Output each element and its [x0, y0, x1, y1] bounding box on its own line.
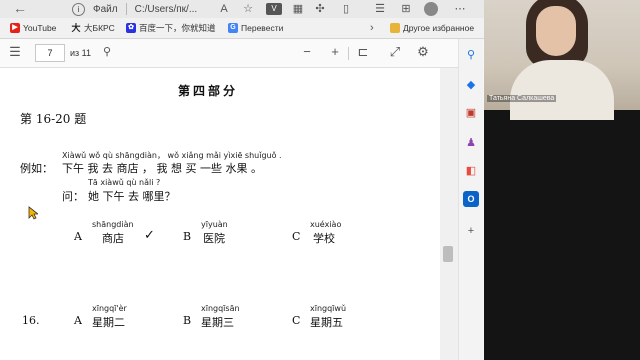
zoom-in-icon[interactable]: + — [326, 43, 344, 61]
split-screen-icon[interactable]: ▯ — [338, 0, 354, 18]
translate-icon: G — [228, 23, 238, 33]
example-option-a-pinyin: shāngdiàn — [92, 220, 134, 229]
page-view-icon[interactable]: ⊏ — [354, 43, 372, 61]
example-label: 例如： — [20, 162, 53, 175]
youtube-icon: ▶ — [10, 23, 20, 33]
scrollbar-thumb[interactable] — [443, 246, 453, 262]
search-icon[interactable]: ⚲ — [98, 43, 116, 61]
toolbar-divider — [348, 47, 349, 60]
question-sentence: 她 下午 去 哪里？ — [88, 190, 176, 203]
q16-option-c-letter: C — [292, 314, 301, 327]
baidu-icon: ✿ — [126, 23, 136, 33]
video-call-panel: Татьяна Салкашева — [484, 0, 640, 360]
settings-gear-icon[interactable]: ⚙ — [414, 43, 432, 61]
file-label: Файл — [93, 3, 118, 15]
example-option-a-letter: A — [74, 230, 82, 243]
url-text[interactable]: C:/Users/пк/... — [135, 4, 198, 15]
extension-puzzle-icon[interactable]: ✣ — [312, 0, 328, 18]
bookmark-label: YouTube — [23, 23, 57, 33]
example-option-b-letter: B — [183, 230, 192, 243]
sidebar-tag-icon[interactable]: ◆ — [463, 77, 479, 93]
example-option-b-pinyin: yīyuàn — [201, 220, 228, 229]
part-title: 第四部分 — [178, 84, 239, 98]
q16-option-c-text: 星期五 — [310, 316, 343, 329]
more-menu-icon[interactable]: ⋯ — [452, 0, 468, 18]
favorites-list-icon[interactable]: ☰ — [372, 0, 388, 18]
q16-option-b-text: 星期三 — [201, 316, 234, 329]
participant-face — [536, 6, 576, 56]
fit-to-page-icon[interactable]: ⤢ — [386, 43, 404, 61]
example-option-b-text: 医院 — [203, 232, 225, 245]
q16-option-b-pinyin: xīngqīsān — [201, 304, 240, 313]
mouse-cursor-icon — [28, 206, 38, 220]
example-option-c-letter: C — [292, 230, 301, 243]
pdf-page: 第四部分 第 16-20 题 Xiàwǔ wǒ qù shāngdiàn， wǒ… — [0, 68, 440, 360]
sidebar-tools-icon[interactable]: ▣ — [463, 105, 479, 121]
sidebar-search-icon[interactable]: ⚲ — [463, 47, 479, 63]
q16-option-b-letter: B — [183, 314, 192, 327]
collections-icon[interactable]: ⊞ — [398, 0, 414, 18]
sidebar-office-icon[interactable]: ◧ — [463, 163, 479, 179]
browser-toolbar: ← i Файл C:/Users/пк/... A ☆ V ▦ ✣ ▯ ☰ ⊞… — [0, 0, 488, 19]
bkrs-icon: 大 — [71, 23, 81, 33]
example-option-a-text: 商店 — [102, 232, 124, 245]
example-option-c-text: 学校 — [313, 232, 335, 245]
participant-video-tile[interactable]: Татьяна Салкашева — [484, 0, 640, 120]
bookmark-label: 百度一下，你就知道 — [139, 23, 216, 33]
participant-body — [510, 60, 614, 120]
page-number-input[interactable]: 7 — [35, 44, 65, 62]
total-pages-label: из 11 — [70, 48, 91, 58]
pdf-toolbar: ☰ 7 из 11 ⚲ − + ⊏ ⤢ ⚙ — [0, 39, 458, 68]
extension-v-icon[interactable]: V — [266, 3, 282, 15]
bookmarks-overflow-icon[interactable]: › — [370, 21, 374, 35]
bookmark-other-favorites[interactable]: Другое избранное — [390, 21, 474, 35]
edge-sidebar: ⚲ ◆ ▣ ♟ ◧ O + — [458, 39, 483, 360]
question-label: 问： — [62, 190, 84, 203]
extension-grid-icon[interactable]: ▦ — [290, 0, 306, 18]
bookmark-youtube[interactable]: ▶ YouTube — [10, 21, 56, 35]
q16-option-a-text: 星期二 — [92, 316, 125, 329]
address-separator — [125, 3, 127, 15]
address-bar[interactable]: i Файл C:/Users/пк/... — [72, 0, 197, 18]
vertical-scrollbar[interactable] — [440, 68, 458, 360]
example-option-c-pinyin: xuéxiào — [310, 220, 342, 229]
q16-option-c-pinyin: xīngqīwǔ — [310, 304, 347, 313]
section-heading: 第 16-20 题 — [20, 112, 87, 126]
example-sentence: 下午 我 去 商店 ， 我 想 买 一些 水果 。 — [62, 162, 262, 175]
folder-icon — [390, 23, 400, 33]
back-icon[interactable]: ← — [10, 0, 30, 18]
q16-option-a-letter: A — [74, 314, 82, 327]
bookmark-label: Перевести — [241, 23, 284, 33]
profile-avatar[interactable] — [424, 2, 438, 16]
bookmark-label: 大БКРС — [84, 23, 115, 33]
sidebar-games-icon[interactable]: ♟ — [463, 135, 479, 151]
info-icon[interactable]: i — [72, 2, 85, 16]
q16-option-a-pinyin: xīngqī'èr — [92, 304, 127, 313]
bookmark-label: Другое избранное — [403, 23, 475, 33]
checkmark-icon: ✓ — [144, 228, 155, 243]
bookmarks-bar: ▶ YouTube 大 大БКРС ✿ 百度一下，你就知道 G Перевест… — [0, 18, 488, 39]
favorite-star-icon[interactable]: ☆ — [240, 0, 256, 18]
participant-name: Татьяна Салкашева — [487, 95, 557, 102]
zoom-out-icon[interactable]: − — [298, 43, 316, 61]
contents-list-icon[interactable]: ☰ — [6, 43, 24, 61]
sidebar-outlook-icon[interactable]: O — [463, 191, 479, 207]
bookmark-bkrs[interactable]: 大 大БКРС — [71, 21, 115, 35]
bookmark-translate[interactable]: G Перевести — [228, 21, 283, 35]
sidebar-add-icon[interactable]: + — [463, 223, 479, 239]
question-pinyin: Tā xiàwǔ qù nǎli ? — [88, 178, 161, 187]
question-16-number: 16. — [22, 314, 40, 327]
bookmark-baidu[interactable]: ✿ 百度一下，你就知道 — [126, 21, 216, 35]
read-aloud-icon[interactable]: A — [216, 0, 232, 18]
